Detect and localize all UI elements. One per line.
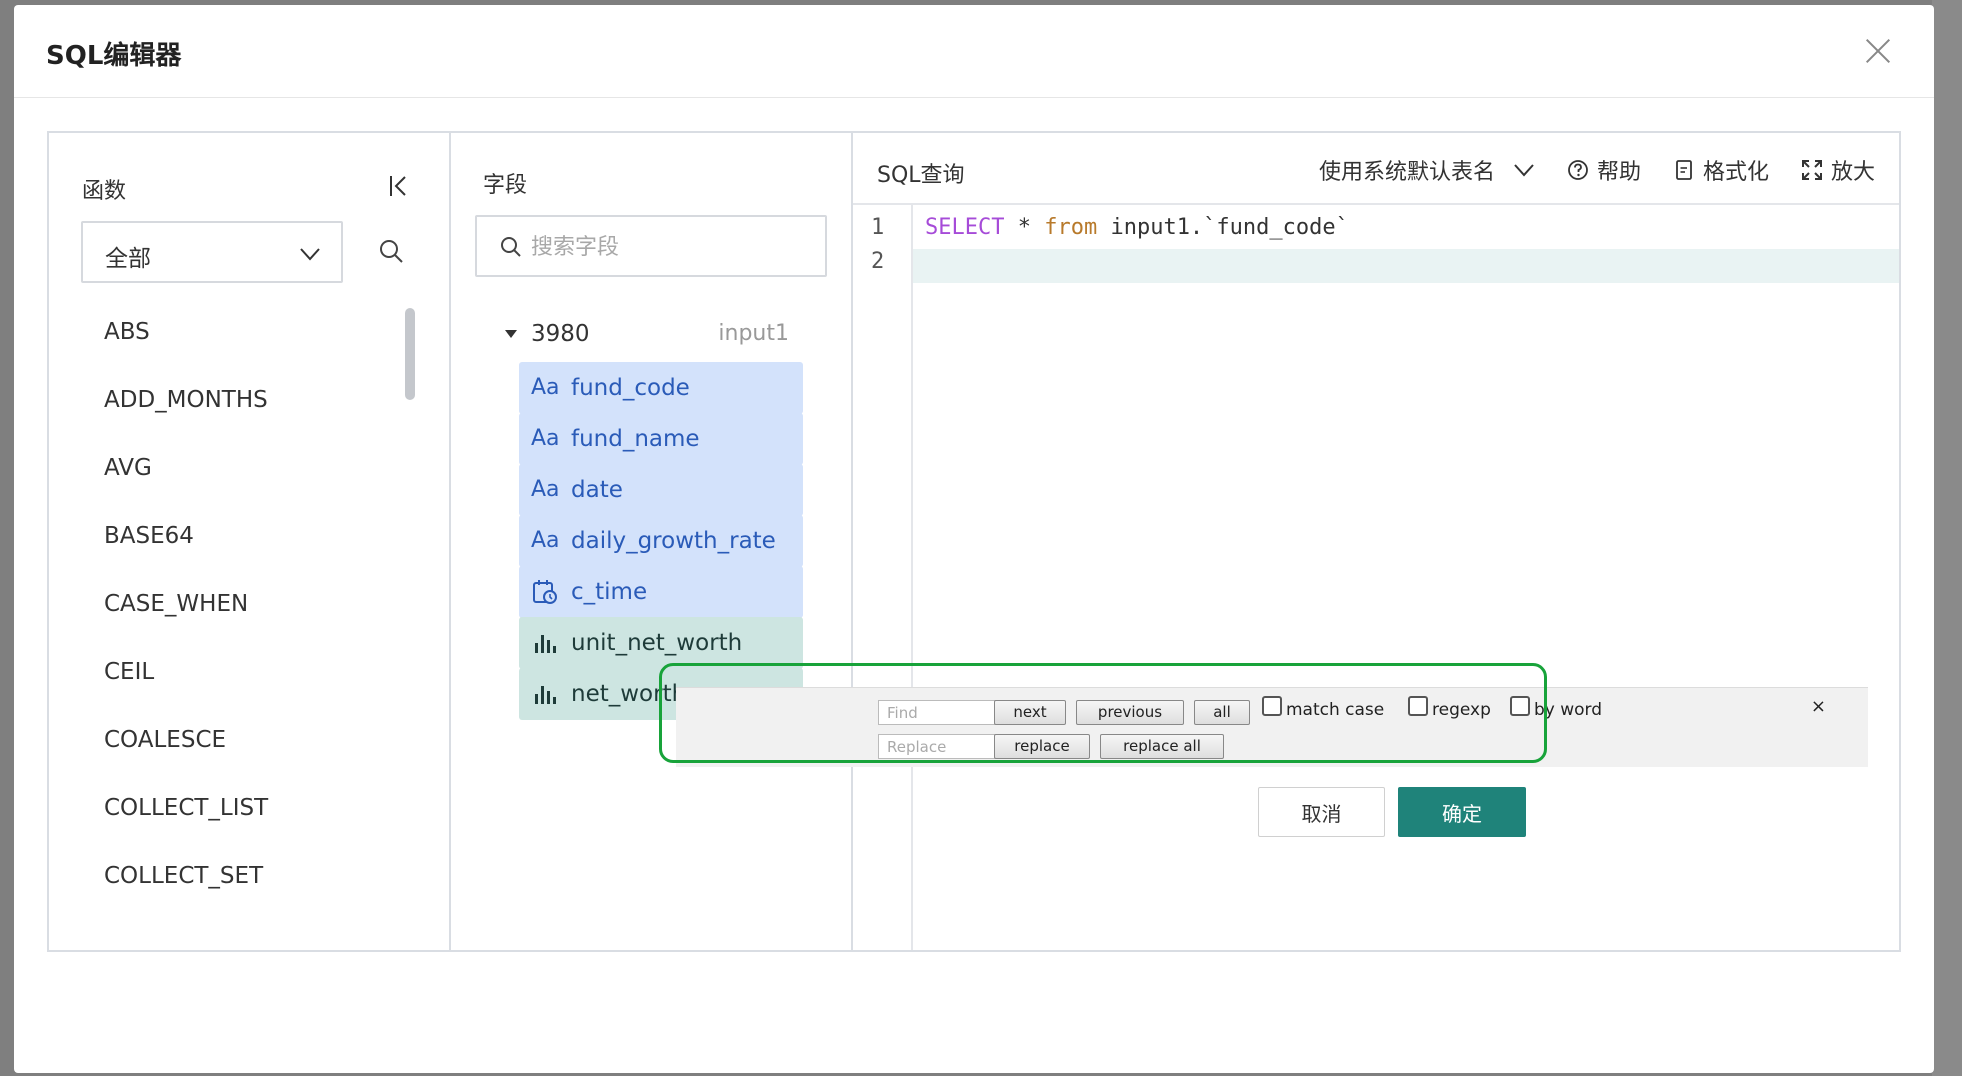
checkbox-box[interactable] [1510, 696, 1530, 716]
dataset-name: 3980 [531, 321, 590, 347]
question-circle-icon [1568, 160, 1588, 180]
sql-table-ref: input1.`fund_code` [1097, 215, 1349, 240]
sql-star: * [1004, 215, 1045, 240]
chevron-down-icon [1514, 164, 1534, 177]
replace-button[interactable]: replace [994, 734, 1090, 759]
table-name-mode-label: 使用系统默认表名 [1318, 160, 1495, 185]
text-type-icon: Aa [531, 375, 560, 400]
function-item[interactable]: ABS [104, 318, 404, 386]
sql-panel-title: SQL查询 [877, 163, 965, 188]
sql-keyword-select: SELECT [925, 215, 1005, 240]
function-category-select[interactable]: 全部 [81, 221, 343, 283]
calendar-clock-icon [533, 580, 557, 604]
active-line-highlight [913, 249, 1899, 283]
field-name: fund_code [571, 375, 690, 401]
dialog-header: SQL编辑器 [14, 5, 1934, 98]
dataset-table-alias: input1 [718, 321, 789, 346]
field-chip[interactable]: Aa date [519, 464, 803, 516]
expand-button[interactable]: 放大 [1801, 154, 1875, 186]
function-list-scrollbar[interactable] [405, 308, 415, 400]
help-button[interactable]: 帮助 [1567, 154, 1641, 186]
by-word-checkbox[interactable]: by word [1510, 696, 1603, 720]
checkbox-box[interactable] [1262, 696, 1282, 716]
function-item[interactable]: COLLECT_SET [104, 862, 404, 930]
close-find-icon[interactable]: × [1811, 696, 1826, 717]
field-name: net_worth [571, 681, 687, 707]
function-item[interactable]: ADD_MONTHS [104, 386, 404, 454]
collapse-panel-icon[interactable] [387, 173, 413, 199]
field-name: daily_growth_rate [571, 528, 776, 554]
regexp-checkbox[interactable]: regexp [1408, 696, 1491, 720]
line-number: 2 [871, 249, 885, 274]
function-category-value: 全部 [105, 246, 151, 272]
bar-chart-icon [535, 635, 556, 653]
table-name-mode-dropdown[interactable]: 使用系统默认表名 [1319, 154, 1535, 186]
help-label: 帮助 [1596, 160, 1641, 185]
function-item[interactable]: CEIL [104, 658, 404, 726]
line-number-gutter: 1 2 [853, 205, 913, 950]
match-case-label: match case [1286, 700, 1385, 720]
line-number: 1 [871, 215, 885, 240]
search-icon [501, 237, 521, 257]
regexp-label: regexp [1432, 700, 1491, 720]
function-item[interactable]: BASE64 [104, 522, 404, 590]
field-chip[interactable]: c_time [519, 566, 803, 618]
chevron-down-icon [300, 248, 320, 261]
find-next-button[interactable]: next [994, 700, 1066, 725]
function-item[interactable]: COLLECT_LIST [104, 794, 404, 862]
function-item[interactable]: COALESCE [104, 726, 404, 794]
field-chip[interactable]: Aa fund_name [519, 413, 803, 465]
field-search-box [475, 215, 827, 277]
field-chip[interactable]: Aa fund_code [519, 362, 803, 414]
close-icon[interactable] [1860, 33, 1896, 69]
field-name: date [571, 477, 623, 503]
confirm-button[interactable]: 确定 [1398, 787, 1526, 837]
text-type-icon: Aa [531, 426, 560, 451]
function-list: ABS ADD_MONTHS AVG BASE64 CASE_WHEN CEIL… [104, 318, 404, 930]
sql-editor-dialog: SQL编辑器 函数 全部 ABS ADD_MONTHS AVG BASE64 C… [14, 5, 1934, 1073]
caret-down-icon [505, 330, 517, 338]
page-backdrop [1932, 0, 1962, 1076]
code-line[interactable]: SELECT * from input1.`fund_code` [925, 215, 1349, 240]
cancel-button[interactable]: 取消 [1258, 787, 1385, 837]
field-panel: 字段 3980 input1 Aa fund_code Aa fund_name [451, 133, 853, 950]
function-panel: 函数 全部 ABS ADD_MONTHS AVG BASE64 CASE_WHE… [49, 133, 451, 950]
checkbox-box[interactable] [1408, 696, 1428, 716]
dataset-tree-node[interactable]: 3980 input1 [501, 319, 801, 353]
by-word-label: by word [1534, 700, 1603, 720]
field-panel-title: 字段 [483, 173, 528, 198]
field-chip[interactable]: unit_net_worth [519, 617, 803, 669]
format-label: 格式化 [1702, 160, 1769, 185]
text-type-icon: Aa [531, 528, 560, 553]
field-name: fund_name [571, 426, 700, 452]
function-panel-title: 函数 [82, 179, 127, 204]
sql-code-editor[interactable]: 1 2 SELECT * from input1.`fund_code` [853, 203, 1899, 950]
text-type-icon: Aa [531, 477, 560, 502]
find-replace-bar: next previous all match case regexp by w… [676, 687, 1868, 767]
sql-toolbar: 使用系统默认表名 帮助 格式化 放大 [1287, 153, 1875, 187]
bar-chart-icon [535, 686, 556, 704]
document-format-icon [1676, 160, 1692, 180]
find-all-button[interactable]: all [1194, 700, 1250, 725]
replace-all-button[interactable]: replace all [1100, 734, 1224, 759]
field-name: unit_net_worth [571, 630, 743, 656]
expand-icon [1801, 160, 1822, 180]
field-search-input[interactable] [531, 229, 811, 265]
function-item[interactable]: CASE_WHEN [104, 590, 404, 658]
function-item[interactable]: AVG [104, 454, 404, 522]
expand-label: 放大 [1830, 160, 1875, 185]
dialog-title: SQL编辑器 [46, 41, 182, 71]
editor-body: 函数 全部 ABS ADD_MONTHS AVG BASE64 CASE_WHE… [47, 131, 1901, 952]
format-button[interactable]: 格式化 [1673, 154, 1769, 186]
field-chip[interactable]: Aa daily_growth_rate [519, 515, 803, 567]
sql-keyword-from: from [1044, 215, 1098, 240]
field-name: c_time [571, 579, 648, 605]
match-case-checkbox[interactable]: match case [1262, 696, 1385, 720]
find-previous-button[interactable]: previous [1076, 700, 1184, 725]
search-icon[interactable] [377, 237, 405, 265]
